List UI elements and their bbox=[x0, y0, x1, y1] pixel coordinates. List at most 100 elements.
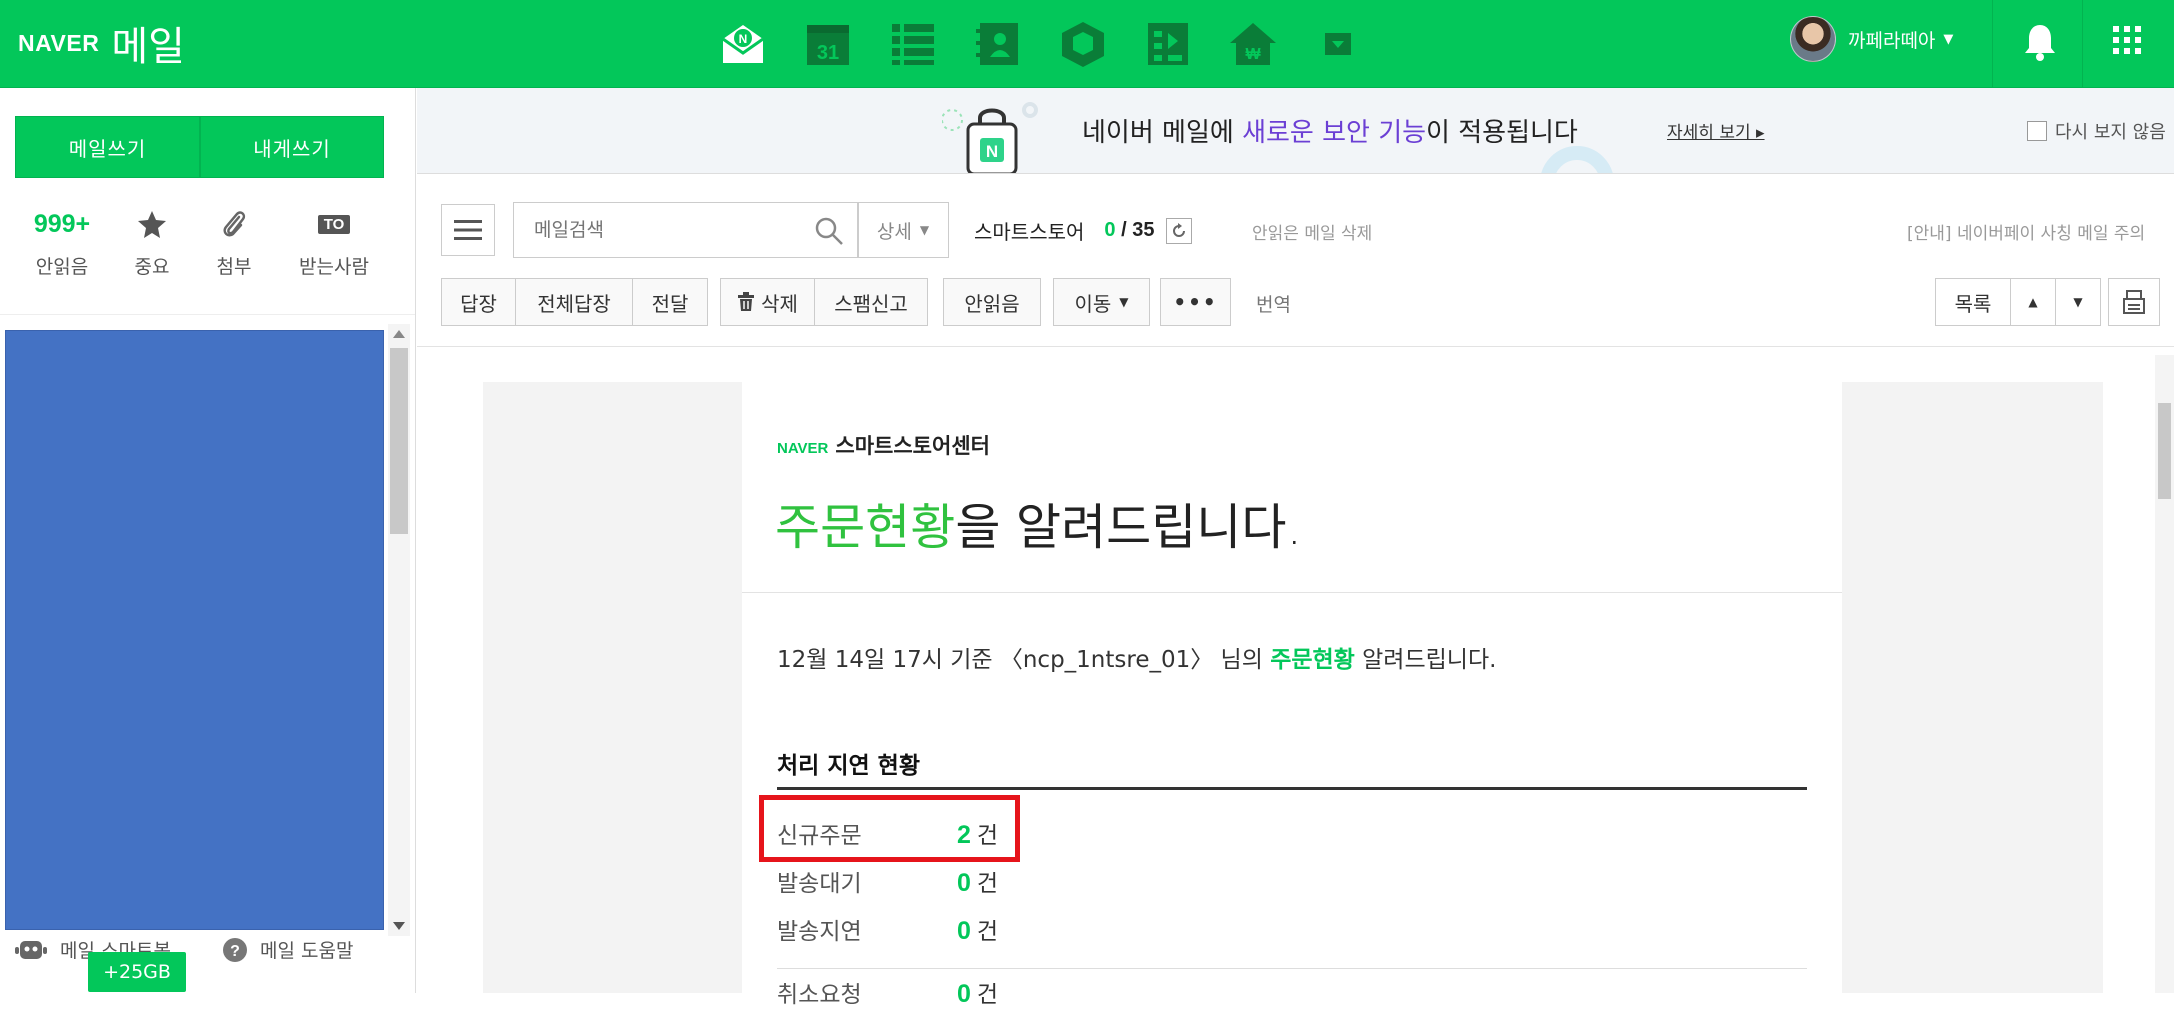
mail-app-icon[interactable]: N bbox=[700, 14, 785, 74]
smartstore-folder[interactable]: 스마트스토어 0 / 35 bbox=[974, 216, 1193, 245]
smartstore-center-brand: NAVER 스마트스토어센터 bbox=[777, 430, 990, 460]
chevron-down-icon: ▼ bbox=[919, 223, 930, 237]
status-row: 취소요청 0 건 bbox=[777, 980, 999, 1008]
sidebar-scrollbar[interactable] bbox=[388, 324, 410, 936]
house-app-icon[interactable]: ₩ bbox=[1210, 14, 1295, 74]
dont-show-checkbox[interactable] bbox=[2027, 121, 2047, 141]
search-icon[interactable] bbox=[814, 216, 844, 246]
star-icon bbox=[137, 206, 167, 242]
banner-more-link[interactable]: 자세히 보기 ▸ bbox=[1667, 118, 1765, 143]
divider bbox=[777, 968, 1807, 969]
move-group: 이동 ▼ bbox=[1053, 278, 1150, 326]
highlight-box bbox=[759, 795, 1020, 862]
important-label: 중요 bbox=[134, 256, 170, 278]
top-bar: NAVER 메일 N 31 ₩ 까페라떼아 ▼ bbox=[0, 0, 2174, 88]
contacts-app-icon[interactable] bbox=[955, 14, 1040, 74]
lock-icon: N bbox=[942, 102, 1038, 173]
chevron-down-icon: ▼ bbox=[2073, 295, 2083, 309]
box-app-icon[interactable] bbox=[1040, 14, 1125, 74]
move-dropdown[interactable]: 이동 ▼ bbox=[1053, 278, 1150, 326]
scroll-thumb[interactable] bbox=[390, 348, 408, 534]
brand-center-text: 스마트스토어센터 bbox=[835, 434, 990, 458]
recipient-label: 받는사람 bbox=[299, 256, 369, 278]
mark-unread-group: 안읽음 bbox=[943, 278, 1041, 326]
sidebar: 메일쓰기 내게쓰기 999+ 안읽음 중요 첨부 TO 받는사람 메일 스마트봇… bbox=[0, 88, 416, 993]
security-banner: N 네이버 메일에 새로운 보안 기능이 적용됩니다 자세히 보기 ▸ 다시 보… bbox=[417, 88, 2174, 174]
refresh-icon[interactable] bbox=[1166, 217, 1193, 244]
quick-unread[interactable]: 999+ 안읽음 bbox=[12, 206, 112, 279]
mark-unread-button[interactable]: 안읽음 bbox=[943, 278, 1041, 326]
more-actions-button[interactable]: ••• bbox=[1160, 278, 1231, 326]
logo-naver-text: NAVER bbox=[18, 29, 100, 56]
app-icon-bar: N 31 ₩ bbox=[700, 14, 1380, 74]
status-row: 발송대기 0 건 bbox=[777, 869, 999, 897]
banner-message: 네이버 메일에 새로운 보안 기능이 적용됩니다 bbox=[1082, 118, 1578, 148]
scroll-thumb[interactable] bbox=[2158, 403, 2171, 499]
chevron-up-icon: ▲ bbox=[2028, 295, 2038, 309]
mail-body-card bbox=[742, 382, 1842, 993]
paperclip-icon bbox=[221, 206, 247, 242]
delete-unread-link[interactable]: 안읽은 메일 삭제 bbox=[1252, 219, 1372, 244]
svg-text:₩: ₩ bbox=[1245, 46, 1261, 63]
quick-attachment[interactable]: 첨부 bbox=[184, 206, 284, 279]
help-label: 메일 도움말 bbox=[260, 940, 354, 962]
list-app-icon[interactable] bbox=[870, 14, 955, 74]
search-input[interactable] bbox=[514, 203, 784, 257]
forward-button[interactable]: 전달 bbox=[632, 278, 708, 326]
divider bbox=[0, 314, 415, 315]
translate-button[interactable]: 번역 bbox=[1256, 290, 1291, 317]
list-button[interactable]: 목록 bbox=[1935, 278, 2011, 326]
user-name: 까페라떼아 bbox=[1848, 29, 1936, 52]
reply-all-button[interactable]: 전체답장 bbox=[515, 278, 633, 326]
help-icon: ? bbox=[223, 937, 247, 962]
detail-search-dropdown[interactable]: 상세 ▼ bbox=[857, 202, 949, 258]
write-to-me-button[interactable]: 내게쓰기 bbox=[200, 116, 384, 178]
user-menu[interactable]: 까페라떼아 ▼ bbox=[1790, 16, 1953, 62]
media-app-icon[interactable] bbox=[1125, 14, 1210, 74]
svg-text:N: N bbox=[986, 142, 998, 161]
notice-link[interactable]: [안내] 네이버페이 사칭 메일 주의 bbox=[1907, 219, 2145, 244]
avatar bbox=[1790, 16, 1836, 62]
dont-show-again[interactable]: 다시 보지 않음 bbox=[2027, 118, 2166, 144]
svg-text:N: N bbox=[738, 32, 747, 46]
print-icon[interactable] bbox=[2108, 278, 2160, 326]
app-grid-icon[interactable] bbox=[2112, 25, 2142, 59]
next-mail-button[interactable]: ▼ bbox=[2055, 278, 2101, 326]
status-row: 발송지연 0 건 bbox=[777, 917, 999, 945]
scroll-up-icon[interactable] bbox=[393, 330, 405, 338]
unread-label: 안읽음 bbox=[35, 256, 89, 278]
divider bbox=[2082, 0, 2083, 88]
write-mail-button[interactable]: 메일쓰기 bbox=[15, 116, 200, 178]
quick-recipient[interactable]: TO 받는사람 bbox=[284, 206, 384, 279]
decor-circle bbox=[1541, 146, 1613, 173]
reply-button[interactable]: 답장 bbox=[441, 278, 516, 326]
svg-text:?: ? bbox=[230, 943, 240, 960]
section-rule bbox=[777, 787, 1807, 790]
reply-button-group: 답장 전체답장 전달 bbox=[441, 278, 708, 326]
divider bbox=[742, 592, 1842, 593]
more-app-icon[interactable] bbox=[1295, 14, 1380, 74]
naver-mail-logo[interactable]: NAVER 메일 bbox=[18, 18, 185, 70]
scroll-down-icon[interactable] bbox=[393, 922, 405, 930]
delete-button-group: 삭제 스팸신고 bbox=[720, 278, 928, 326]
prev-mail-button[interactable]: ▲ bbox=[2010, 278, 2056, 326]
calendar-app-icon[interactable]: 31 bbox=[785, 14, 870, 74]
hamburger-menu-icon[interactable] bbox=[441, 204, 495, 256]
more-group: ••• bbox=[1160, 278, 1231, 326]
storage-badge[interactable]: +25GB bbox=[88, 952, 186, 992]
calendar-day-text: 31 bbox=[816, 42, 838, 64]
delete-button[interactable]: 삭제 bbox=[720, 278, 815, 326]
to-badge-icon: TO bbox=[317, 214, 351, 234]
bell-icon[interactable] bbox=[2022, 22, 2058, 66]
mail-scrollbar[interactable] bbox=[2155, 355, 2174, 993]
logo-mail-text: 메일 bbox=[111, 24, 185, 70]
help-link[interactable]: ? 메일 도움말 bbox=[222, 936, 353, 963]
trash-icon bbox=[738, 292, 755, 311]
divider bbox=[417, 346, 2174, 347]
mail-search-box bbox=[513, 202, 859, 258]
search-toolbar: 상세 ▼ 스마트스토어 0 / 35 안읽은 메일 삭제 [안내] 네이버페이 … bbox=[417, 174, 2174, 258]
mail-headline: 주문현황을 알려드립니다. bbox=[775, 499, 1303, 556]
spam-report-button[interactable]: 스팸신고 bbox=[814, 278, 928, 326]
folder-list-panel[interactable] bbox=[5, 330, 384, 930]
section-title: 처리 지연 현황 bbox=[777, 753, 920, 779]
